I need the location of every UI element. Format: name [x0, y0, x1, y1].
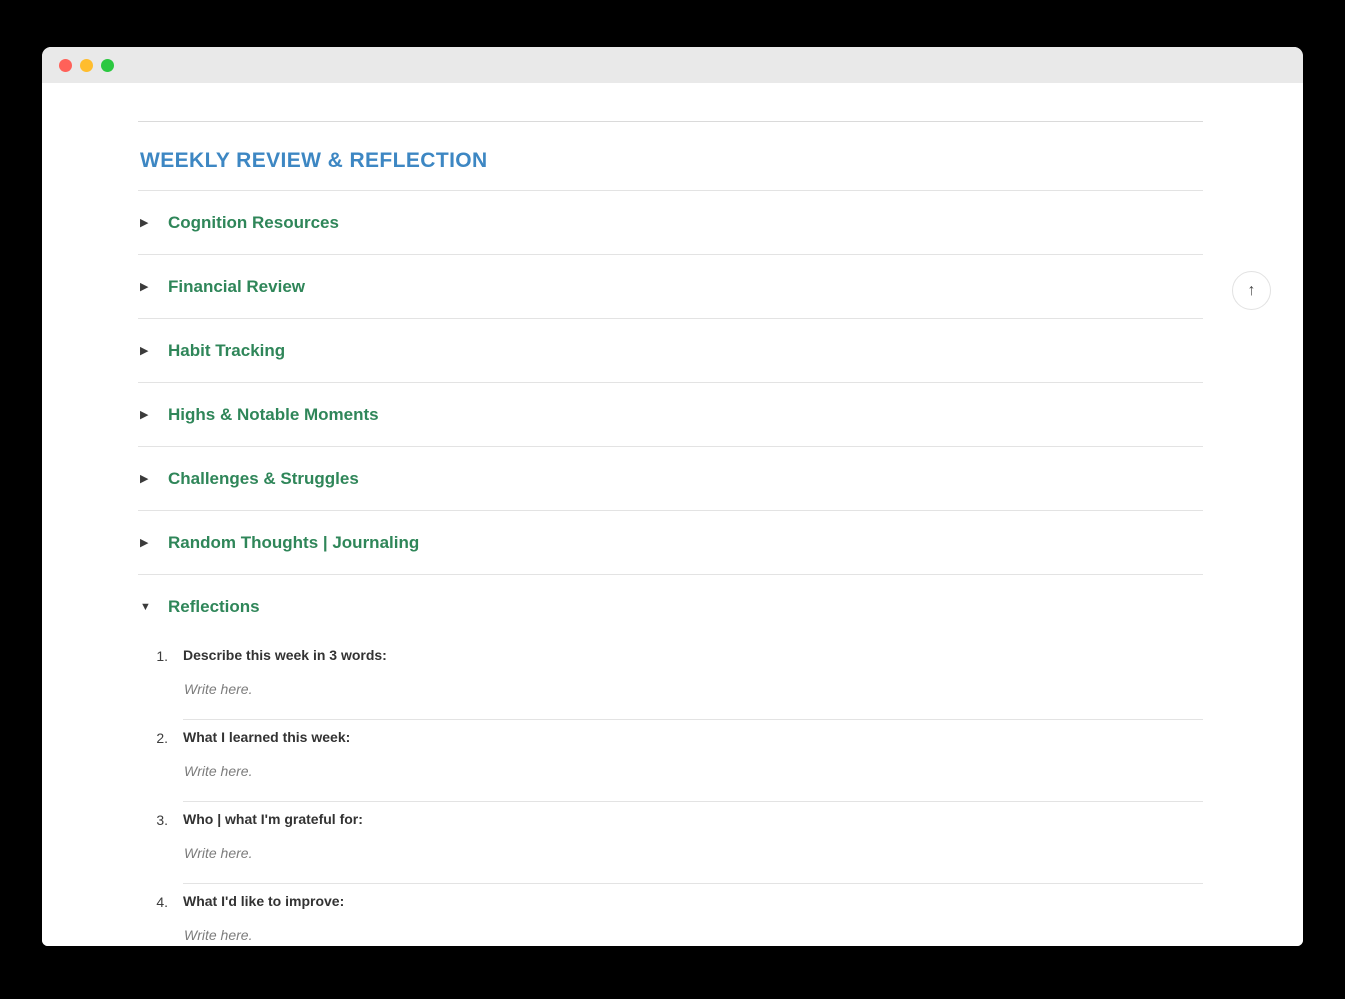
answer-field[interactable]: Write here.: [183, 748, 1203, 801]
list-item-number: 1.: [156, 648, 168, 664]
expanded-triangle-icon: ▼: [140, 600, 151, 613]
section-label: Financial Review: [168, 277, 305, 296]
scroll-to-top-button[interactable]: ↑: [1232, 271, 1271, 310]
reflections-questions-list: 1. Describe this week in 3 words: Write …: [138, 638, 1203, 946]
collapsed-triangle-icon: ▶: [140, 472, 149, 485]
screen-root: WEEKLY REVIEW & REFLECTION ▶ Cognition R…: [0, 0, 1345, 999]
document-content: WEEKLY REVIEW & REFLECTION ▶ Cognition R…: [138, 83, 1203, 946]
list-item-number: 3.: [156, 812, 168, 828]
list-item: 3. Who | what I'm grateful for: Write he…: [138, 802, 1203, 884]
page-title: WEEKLY REVIEW & REFLECTION: [140, 149, 488, 172]
list-item-body: What I'd like to improve: Write here.: [168, 893, 1203, 946]
arrow-up-icon: ↑: [1247, 281, 1256, 299]
section-toggle-cognition-resources[interactable]: ▶ Cognition Resources: [138, 191, 1203, 254]
list-item-body: What I learned this week: Write here.: [168, 729, 1203, 802]
app-window: WEEKLY REVIEW & REFLECTION ▶ Cognition R…: [42, 47, 1303, 946]
answer-field[interactable]: Write here.: [183, 830, 1203, 883]
section-toggle-reflections[interactable]: ▼ Reflections: [138, 575, 1203, 638]
section-label: Challenges & Struggles: [168, 469, 359, 488]
question-prompt: Who | what I'm grateful for:: [183, 811, 363, 827]
divider: [183, 719, 1203, 720]
divider: [183, 801, 1203, 802]
section-label: Random Thoughts | Journaling: [168, 533, 420, 552]
section-label: Cognition Resources: [168, 213, 339, 232]
window-maximize-button[interactable]: [101, 58, 114, 72]
window-titlebar: [42, 47, 1303, 83]
list-item: 4. What I'd like to improve: Write here.: [138, 884, 1203, 946]
section-toggle-random-thoughts-journaling[interactable]: ▶ Random Thoughts | Journaling: [138, 511, 1203, 574]
document-page: WEEKLY REVIEW & REFLECTION ▶ Cognition R…: [42, 83, 1303, 946]
list-item-number: 4.: [156, 894, 168, 910]
collapsed-triangle-icon: ▶: [140, 280, 149, 293]
window-minimize-button[interactable]: [80, 58, 93, 72]
answer-field[interactable]: Write here.: [183, 912, 1203, 946]
list-item: 1. Describe this week in 3 words: Write …: [138, 638, 1203, 720]
collapsed-triangle-icon: ▶: [140, 408, 149, 421]
section-label: Highs & Notable Moments: [168, 405, 379, 424]
collapsed-triangle-icon: ▶: [140, 216, 149, 229]
section-toggle-challenges-struggles[interactable]: ▶ Challenges & Struggles: [138, 447, 1203, 510]
divider: [183, 883, 1203, 884]
section-toggle-financial-review[interactable]: ▶ Financial Review: [138, 255, 1203, 318]
answer-field[interactable]: Write here.: [183, 666, 1203, 719]
question-prompt: What I learned this week:: [183, 729, 351, 745]
section-label: Reflections: [168, 597, 260, 616]
list-item-body: Who | what I'm grateful for: Write here.: [168, 811, 1203, 884]
window-close-button[interactable]: [59, 58, 72, 72]
question-prompt: Describe this week in 3 words:: [183, 647, 387, 663]
list-item-body: Describe this week in 3 words: Write her…: [168, 647, 1203, 720]
list-item: 2. What I learned this week: Write here.: [138, 720, 1203, 802]
list-item-number: 2.: [156, 730, 168, 746]
collapsed-triangle-icon: ▶: [140, 536, 149, 549]
collapsed-triangle-icon: ▶: [140, 344, 149, 357]
section-toggle-habit-tracking[interactable]: ▶ Habit Tracking: [138, 319, 1203, 382]
section-toggle-highs-notable-moments[interactable]: ▶ Highs & Notable Moments: [138, 383, 1203, 446]
question-prompt: What I'd like to improve:: [183, 893, 345, 909]
section-label: Habit Tracking: [168, 341, 286, 360]
